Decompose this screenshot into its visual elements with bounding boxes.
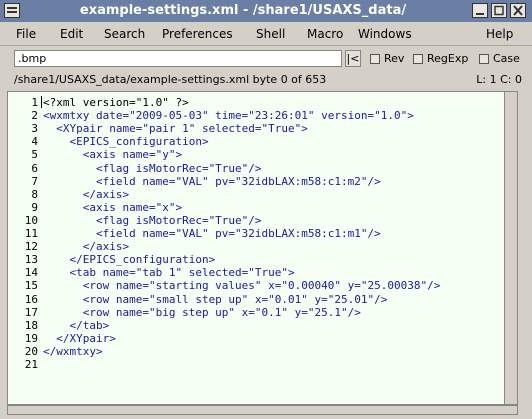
regexp-checkbox[interactable]: RegExp: [413, 52, 468, 65]
text-cursor: [41, 96, 42, 108]
line-number: 10: [24, 213, 38, 227]
code-text[interactable]: </EPICS_configuration>: [43, 253, 215, 266]
code-text[interactable]: <axis name="y">: [43, 148, 182, 161]
code-line[interactable]: 8 </axis>: [8, 188, 517, 201]
code-line[interactable]: 1 <?xml version="1.0" ?>: [8, 96, 517, 109]
regexp-label: RegExp: [427, 52, 469, 65]
code-text[interactable]: <row name="starting values" x="0.00040" …: [43, 279, 441, 292]
code-text[interactable]: <field name="VAL" pv="32idbLAX:m58:c1:m1…: [43, 227, 381, 240]
minimize-icon[interactable]: [472, 3, 488, 18]
line-number: 8: [31, 187, 38, 201]
rev-checkbox[interactable]: Rev: [370, 52, 404, 65]
title-bar: example-settings.xml - /share1/USAXS_dat…: [0, 0, 532, 22]
line-number: 21: [24, 358, 38, 371]
code-line[interactable]: 2 <wxmtxy date="2009-05-03" time="23:26:0…: [8, 109, 517, 122]
code-line[interactable]: 14 <tab name="tab 1" selected="True">: [8, 266, 517, 279]
code-line[interactable]: 12 </axis>: [8, 240, 517, 253]
code-line[interactable]: 21: [8, 358, 517, 371]
regexp-checkbox-box[interactable]: [413, 54, 423, 64]
menu-macro[interactable]: Macro: [307, 27, 343, 41]
menu-file[interactable]: File: [16, 27, 36, 41]
line-number: 4: [31, 135, 38, 149]
line-number: 18: [24, 318, 38, 332]
vertical-scrollbar[interactable]: [504, 92, 517, 404]
close-icon[interactable]: [510, 3, 526, 18]
window-menu-icon[interactable]: [4, 3, 20, 18]
code-line[interactable]: 16 <row name="small step up" x="0.01" y=…: [8, 293, 517, 306]
menu-windows[interactable]: Windows: [358, 27, 412, 41]
line-number: 20: [24, 344, 38, 358]
line-number: 14: [24, 266, 38, 280]
code-text[interactable]: </wxmtxy>: [43, 345, 103, 358]
menu-search[interactable]: Search: [104, 27, 145, 41]
code-text[interactable]: <XYpair name="pair 1" selected="True">: [43, 122, 308, 135]
code-line[interactable]: 18 </tab>: [8, 319, 517, 332]
code-text[interactable]: <flag isMotorRec="True"/>: [43, 162, 262, 175]
code-line[interactable]: 11 <field name="VAL" pv="32idbLAX:m58:c1…: [8, 227, 517, 240]
case-checkbox-box[interactable]: [479, 54, 489, 64]
line-number: 17: [24, 305, 38, 319]
case-checkbox[interactable]: Case: [479, 52, 520, 65]
code-line[interactable]: 7 <field name="VAL" pv="32idbLAX:m58:c1:…: [8, 175, 517, 188]
code-line[interactable]: 15 <row name="starting values" x="0.0004…: [8, 279, 517, 292]
status-bar: /share1/USAXS_data/example-settings.xml …: [0, 72, 532, 88]
line-number: 13: [24, 253, 38, 267]
line-number: 3: [31, 122, 38, 136]
menu-preferences[interactable]: Preferences: [162, 27, 233, 41]
code-line[interactable]: 3 <XYpair name="pair 1" selected="True">: [8, 122, 517, 135]
code-text[interactable]: </axis>: [43, 188, 129, 201]
line-number: 16: [24, 292, 38, 306]
code-line[interactable]: 9 <axis name="x">: [8, 201, 517, 214]
rev-checkbox-box[interactable]: [370, 54, 380, 64]
line-number: 15: [24, 279, 38, 293]
line-number: 6: [31, 161, 38, 175]
code-text[interactable]: <field name="VAL" pv="32idbLAX:m58:c1:m2…: [43, 175, 381, 188]
case-label: Case: [493, 52, 520, 65]
text-editor[interactable]: 1 <?xml version="1.0" ?> 2 <wxmtxy date="20…: [7, 91, 518, 405]
rev-label: Rev: [384, 52, 405, 65]
menu-help[interactable]: Help: [486, 27, 513, 41]
code-line[interactable]: 6 <flag isMotorRec="True"/>: [8, 162, 517, 175]
menu-shell[interactable]: Shell: [256, 27, 285, 41]
line-number: 7: [31, 174, 38, 188]
line-column-indicator: L: 1 C: 0: [476, 73, 522, 86]
code-line[interactable]: 10 <flag isMotorRec="True"/>: [8, 214, 517, 227]
code-text[interactable]: <tab name="tab 1" selected="True">: [43, 266, 294, 279]
line-number: 19: [24, 331, 38, 345]
code-text[interactable]: <flag isMotorRec="True"/>: [43, 214, 262, 227]
search-clear-button[interactable]: |<: [345, 50, 361, 67]
code-text[interactable]: </axis>: [43, 240, 129, 253]
code-text[interactable]: <EPICS_configuration>: [43, 135, 208, 148]
code-text[interactable]: </tab>: [43, 319, 109, 332]
line-number: 9: [31, 200, 38, 214]
code-text[interactable]: <wxmtxy date="2009-05-03" time="23:26:01…: [43, 109, 414, 122]
menu-edit[interactable]: Edit: [60, 27, 83, 41]
line-number: 11: [24, 227, 38, 240]
line-number: 12: [24, 240, 38, 254]
code-text[interactable]: <axis name="x">: [43, 201, 182, 214]
line-number: 5: [31, 148, 38, 162]
code-text[interactable]: <row name="small step up" x="0.01" y="25…: [43, 293, 388, 306]
code-line[interactable]: 5 <axis name="y">: [8, 148, 517, 161]
code-text[interactable]: <row name="big step up" x="0.1" y="25.1"…: [43, 306, 361, 319]
maximize-icon[interactable]: [491, 3, 507, 18]
search-input[interactable]: .bmp: [14, 50, 342, 67]
code-line[interactable]: 4 <EPICS_configuration>: [8, 135, 517, 148]
horizontal-scrollbar[interactable]: [7, 405, 518, 415]
incremental-search-bar: .bmp |< Rev RegExp Case: [0, 48, 532, 70]
window-title: example-settings.xml - /share1/USAXS_dat…: [79, 3, 407, 18]
code-text[interactable]: <?xml version="1.0" ?>: [43, 96, 189, 109]
code-line[interactable]: 20 </wxmtxy>: [8, 345, 517, 358]
code-line[interactable]: 13 </EPICS_configuration>: [8, 253, 517, 266]
file-status: /share1/USAXS_data/example-settings.xml …: [14, 73, 327, 86]
line-number: 2: [31, 109, 38, 123]
code-line[interactable]: 19 </XYpair>: [8, 332, 517, 345]
line-number: 1: [31, 96, 38, 109]
code-line[interactable]: 17 <row name="big step up" x="0.1" y="25…: [8, 306, 517, 319]
menu-bar: File Edit Search Preferences Shell Macro…: [0, 24, 532, 46]
code-text[interactable]: </XYpair>: [43, 332, 116, 345]
